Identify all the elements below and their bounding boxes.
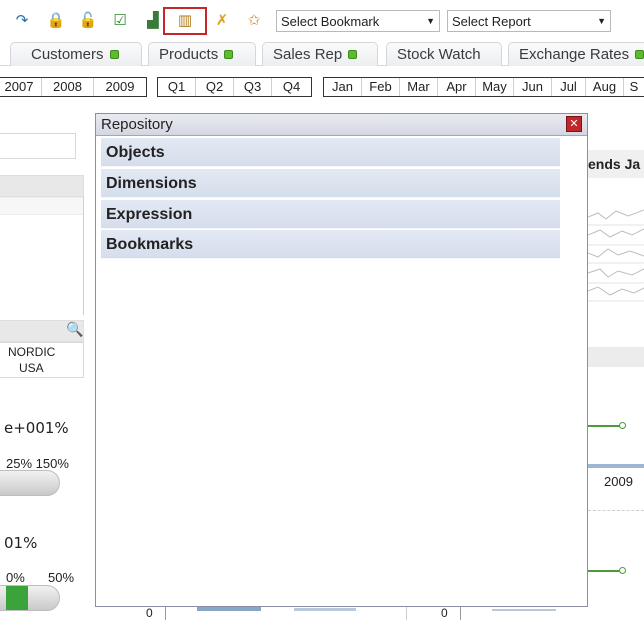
tab-label: Sales Rep [273,46,343,63]
chart-wizard-icon[interactable]: ▟ [143,10,163,30]
tab-stock-watch[interactable]: Stock Watch [386,42,502,66]
axis-label: 2009 [604,474,633,489]
toolbar: ↷ 🔒 🔓 ☑ ▟ ▥ ✗ ✩ Select Bookmark ▼ Select… [0,0,644,40]
bar [294,608,356,611]
quarter-button[interactable]: Q3 [234,78,272,96]
search-icon[interactable]: 🔍 [66,322,83,338]
tab-products[interactable]: Products [148,42,256,66]
month-button[interactable]: Jan [324,78,362,96]
gauge-scale: 50% [48,570,75,585]
status-dot-icon [224,50,234,59]
select-report-dropdown[interactable]: Select Report ▼ [447,10,611,32]
axis-line [460,607,461,620]
tab-sales-rep[interactable]: Sales Rep [262,42,378,66]
pin-icon[interactable]: ✗ [212,10,232,30]
redo-icon[interactable]: ↷ [12,10,32,30]
month-button[interactable]: Aug [586,78,624,96]
axis-zero: 0 [441,606,448,620]
sparkline-table [588,209,644,302]
axis-line [165,607,166,620]
chart-band [588,464,644,468]
search-box[interactable] [0,133,76,159]
repository-item-bookmarks[interactable]: Bookmarks [101,230,560,259]
axis-zero: 0 [146,606,153,620]
year-button[interactable]: 2008 [42,78,94,96]
status-dot-icon [635,50,644,59]
repository-item-dimensions[interactable]: Dimensions [101,169,560,198]
divider [406,607,407,620]
repository-item-objects[interactable]: Objects [101,138,560,167]
list-item[interactable]: NORDIC [8,345,55,359]
gauge-scale: 0% [6,570,25,585]
bar [492,609,556,611]
gauge-scale: 25% 150% [6,456,69,471]
repository-item-expression[interactable]: Expression [101,200,560,229]
trend-point [619,567,626,574]
quarter-button[interactable]: Q2 [196,78,234,96]
gauge-value: 01% [4,534,38,552]
repository-dialog: Repository ✕ Objects Dimensions Expressi… [95,113,588,607]
chevron-down-icon: ▼ [426,16,435,26]
lock-icon[interactable]: 🔒 [46,10,66,30]
year-button[interactable]: 2007 [0,78,42,96]
tab-label: Customers [31,46,104,63]
select-bookmark-dropdown[interactable]: Select Bookmark ▼ [276,10,440,32]
month-button[interactable]: Mar [400,78,438,96]
dialog-title: Repository [101,116,173,133]
chevron-down-icon: ▼ [597,16,606,26]
status-dot-icon [348,50,358,59]
quarter-button[interactable]: Q1 [158,78,196,96]
panel-header [0,175,84,197]
month-selector: Jan Feb Mar Apr May Jun Jul Aug S [323,77,644,97]
panel-divider [83,197,84,315]
quarter-button[interactable]: Q4 [272,78,311,96]
region-listbox: NORDIC USA [0,342,84,378]
panel-row [0,197,84,215]
bar [197,607,261,611]
month-button[interactable]: Feb [362,78,400,96]
gauge-fill [6,586,28,610]
star-icon[interactable]: ✩ [244,10,264,30]
chart-header [588,347,644,367]
list-item[interactable]: USA [19,361,44,375]
dialog-titlebar[interactable]: Repository ✕ [96,114,587,136]
quarter-selector: Q1 Q2 Q3 Q4 [157,77,312,97]
tab-exchange-rates[interactable]: Exchange Rates [508,42,644,66]
repository-icon[interactable]: ▥ [175,10,195,30]
month-button[interactable]: Jun [514,78,552,96]
trends-title: ends Ja [588,156,641,172]
year-button[interactable]: 2009 [94,78,146,96]
unlock-icon[interactable]: 🔓 [78,10,98,30]
gauge-value: e+001% [4,419,69,437]
select-bookmark-label: Select Bookmark [281,13,380,29]
trend-point [619,422,626,429]
sheet-tabs: Customers Products Sales Rep Stock Watch… [0,40,644,66]
tab-label: Stock Watch [397,46,481,63]
month-button[interactable]: Apr [438,78,476,96]
status-dot-icon [109,50,119,59]
month-button[interactable]: May [476,78,514,96]
month-button[interactable]: S [624,78,644,96]
checkbox-icon[interactable]: ☑ [110,10,130,30]
gridline [588,510,644,511]
tab-customers[interactable]: Customers [10,42,142,66]
close-icon[interactable]: ✕ [566,116,582,132]
month-button[interactable]: Jul [552,78,586,96]
select-report-label: Select Report [452,13,531,29]
tab-label: Exchange Rates [519,46,630,63]
year-selector: 2007 2008 2009 [0,77,147,97]
tab-label: Products [159,46,219,63]
gauge-bar [0,470,60,496]
